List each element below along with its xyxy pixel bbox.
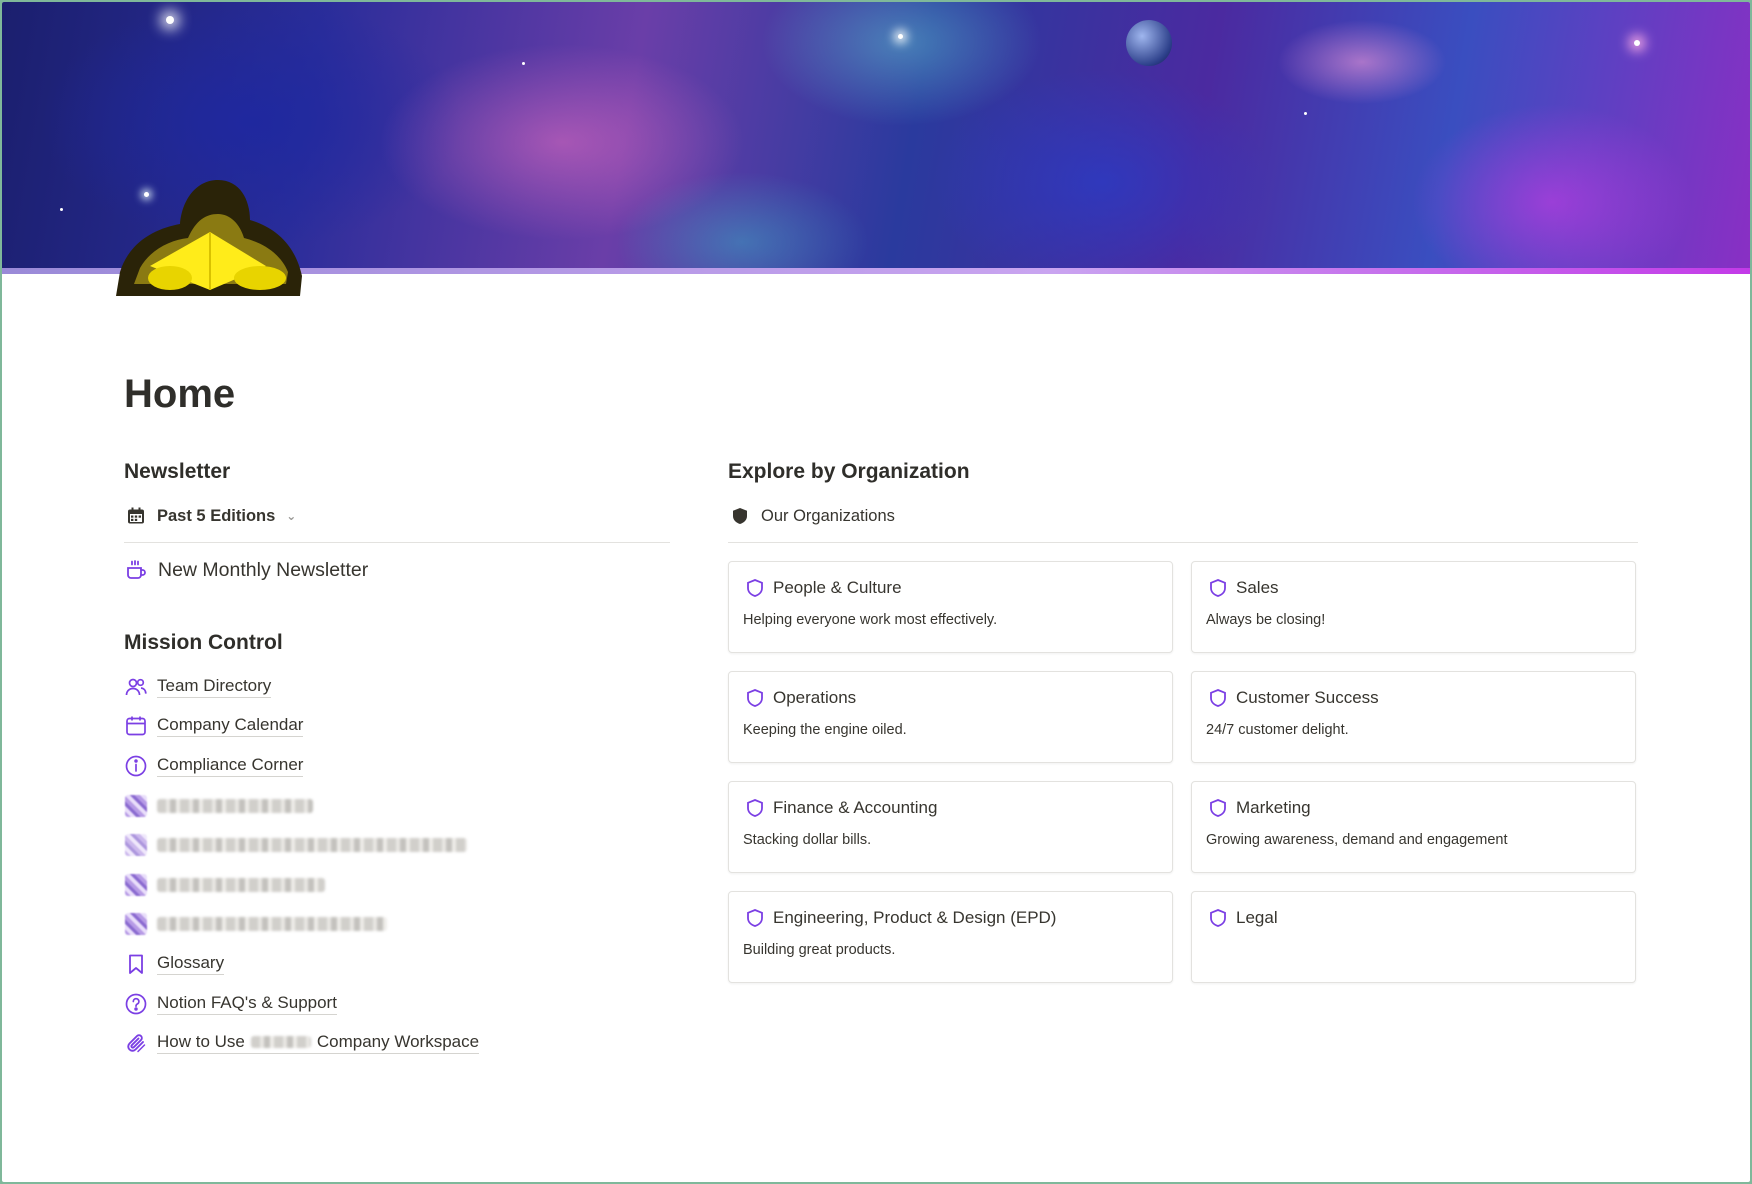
redacted-icon <box>124 873 148 897</box>
org-card-title: Legal <box>1236 908 1278 927</box>
how-to-use-prefix: How to Use <box>157 1032 245 1052</box>
redacted-icon <box>124 912 148 936</box>
org-card-description: Growing awareness, demand and engagement <box>1206 832 1508 848</box>
shield-icon <box>1206 576 1230 600</box>
org-card-title: Engineering, Product & Design (EPD) <box>773 908 1057 927</box>
newsletter-view-tab[interactable]: Past 5 Editions ⌄ <box>124 502 670 530</box>
mc-item-redacted[interactable] <box>124 865 670 905</box>
newsletter-divider <box>124 542 670 543</box>
shield-icon <box>743 796 767 820</box>
newsletter-view-label: Past 5 Editions <box>157 506 276 525</box>
calendar-icon <box>124 714 148 738</box>
how-to-use-suffix: Company Workspace <box>316 1032 480 1052</box>
mc-item-label: Team Directory <box>157 676 272 698</box>
mission-control-list: Team Directory Company Calendar Complian… <box>124 667 670 1063</box>
mc-item-faq-support[interactable]: Notion FAQ's & Support <box>124 984 670 1024</box>
calendar-icon <box>124 504 148 528</box>
notion-page: Home Newsletter Past 5 Editions ⌄ New Mo… <box>2 2 1750 1182</box>
star <box>522 62 525 65</box>
org-card-title: Operations <box>773 688 857 707</box>
mc-item-company-calendar[interactable]: Company Calendar <box>124 707 670 747</box>
mc-item-team-directory[interactable]: Team Directory <box>124 667 670 707</box>
shield-icon <box>1206 906 1230 930</box>
newsletter-heading: Newsletter <box>124 460 231 483</box>
star <box>898 34 903 39</box>
shield-icon <box>1206 796 1230 820</box>
mc-item-label: Glossary <box>157 953 225 975</box>
star <box>166 16 174 24</box>
mc-item-how-to-use[interactable]: How to Use Company Workspace <box>124 1023 670 1063</box>
mc-item-redacted[interactable] <box>124 825 670 865</box>
shield-icon <box>743 686 767 710</box>
mc-item-label: Company Calendar <box>157 715 304 738</box>
people-icon <box>124 675 148 699</box>
star <box>1634 40 1640 46</box>
org-card-description: 24/7 customer delight. <box>1206 722 1349 738</box>
org-card-title: Customer Success <box>1236 688 1379 707</box>
shield-icon <box>743 906 767 930</box>
org-card-title: Finance & Accounting <box>773 798 938 817</box>
mc-item-label: Compliance Corner <box>157 755 304 777</box>
organizations-view-tab[interactable]: Our Organizations <box>728 502 1638 530</box>
org-card-title: Sales <box>1236 578 1279 597</box>
org-card-finance-accounting[interactable]: Finance & Accounting Stacking dollar bil… <box>728 781 1173 873</box>
org-card-title: People & Culture <box>773 578 902 597</box>
org-card-operations[interactable]: Operations Keeping the engine oiled. <box>728 671 1173 763</box>
newsletter-item-label: New Monthly Newsletter <box>158 558 369 581</box>
question-icon <box>124 992 148 1016</box>
chevron-down-icon[interactable]: ⌄ <box>286 509 296 523</box>
organizations-heading: Explore by Organization <box>728 460 970 483</box>
newsletter-item[interactable]: New Monthly Newsletter <box>124 555 670 585</box>
org-card-description: Stacking dollar bills. <box>743 832 872 848</box>
org-card-description: Building great products. <box>743 942 896 958</box>
organizations-divider <box>728 542 1638 543</box>
right-column: Explore by Organization Our Organization… <box>728 460 1638 983</box>
redacted-label <box>157 917 387 932</box>
paperclip-icon <box>124 1031 148 1055</box>
mc-item-redacted[interactable] <box>124 905 670 945</box>
coffee-cup-icon <box>124 558 148 582</box>
mc-item-glossary[interactable]: Glossary <box>124 944 670 984</box>
org-card-marketing[interactable]: Marketing Growing awareness, demand and … <box>1191 781 1636 873</box>
planet-graphic <box>1126 20 1172 66</box>
org-card-description: Keeping the engine oiled. <box>743 722 907 738</box>
shield-icon <box>743 576 767 600</box>
org-card-customer-success[interactable]: Customer Success 24/7 customer delight. <box>1191 671 1636 763</box>
org-card-description: Helping everyone work most effectively. <box>743 612 998 628</box>
redacted-label <box>157 798 313 813</box>
shield-filled-icon <box>728 504 752 528</box>
star <box>1304 112 1307 115</box>
mc-item-label: How to Use Company Workspace <box>157 1032 480 1055</box>
page-title: Home <box>124 372 236 416</box>
organizations-view-label: Our Organizations <box>761 506 895 525</box>
shield-icon <box>1206 686 1230 710</box>
bookmark-icon <box>124 952 148 976</box>
org-card-title: Marketing <box>1236 798 1311 817</box>
left-column: Newsletter Past 5 Editions ⌄ New Monthly… <box>124 460 670 1063</box>
redacted-company-name <box>250 1036 311 1049</box>
redacted-label <box>157 838 467 853</box>
org-card-people-culture[interactable]: People & Culture Helping everyone work m… <box>728 561 1173 653</box>
redacted-label <box>157 877 325 892</box>
redacted-icon <box>124 833 148 857</box>
star <box>60 208 63 211</box>
mc-item-label: Notion FAQ's & Support <box>157 993 337 1015</box>
org-card-sales[interactable]: Sales Always be closing! <box>1191 561 1636 653</box>
org-card-description: Always be closing! <box>1206 612 1326 628</box>
redacted-icon <box>124 794 148 818</box>
info-icon <box>124 754 148 778</box>
mc-item-redacted[interactable] <box>124 786 670 826</box>
page-icon[interactable] <box>110 180 306 296</box>
mc-item-compliance-corner[interactable]: Compliance Corner <box>124 746 670 786</box>
mission-control-heading: Mission Control <box>124 631 283 654</box>
org-card-epd[interactable]: Engineering, Product & Design (EPD) Buil… <box>728 891 1173 983</box>
organizations-gallery: People & Culture Helping everyone work m… <box>728 561 1638 983</box>
org-card-legal[interactable]: Legal <box>1191 891 1636 983</box>
